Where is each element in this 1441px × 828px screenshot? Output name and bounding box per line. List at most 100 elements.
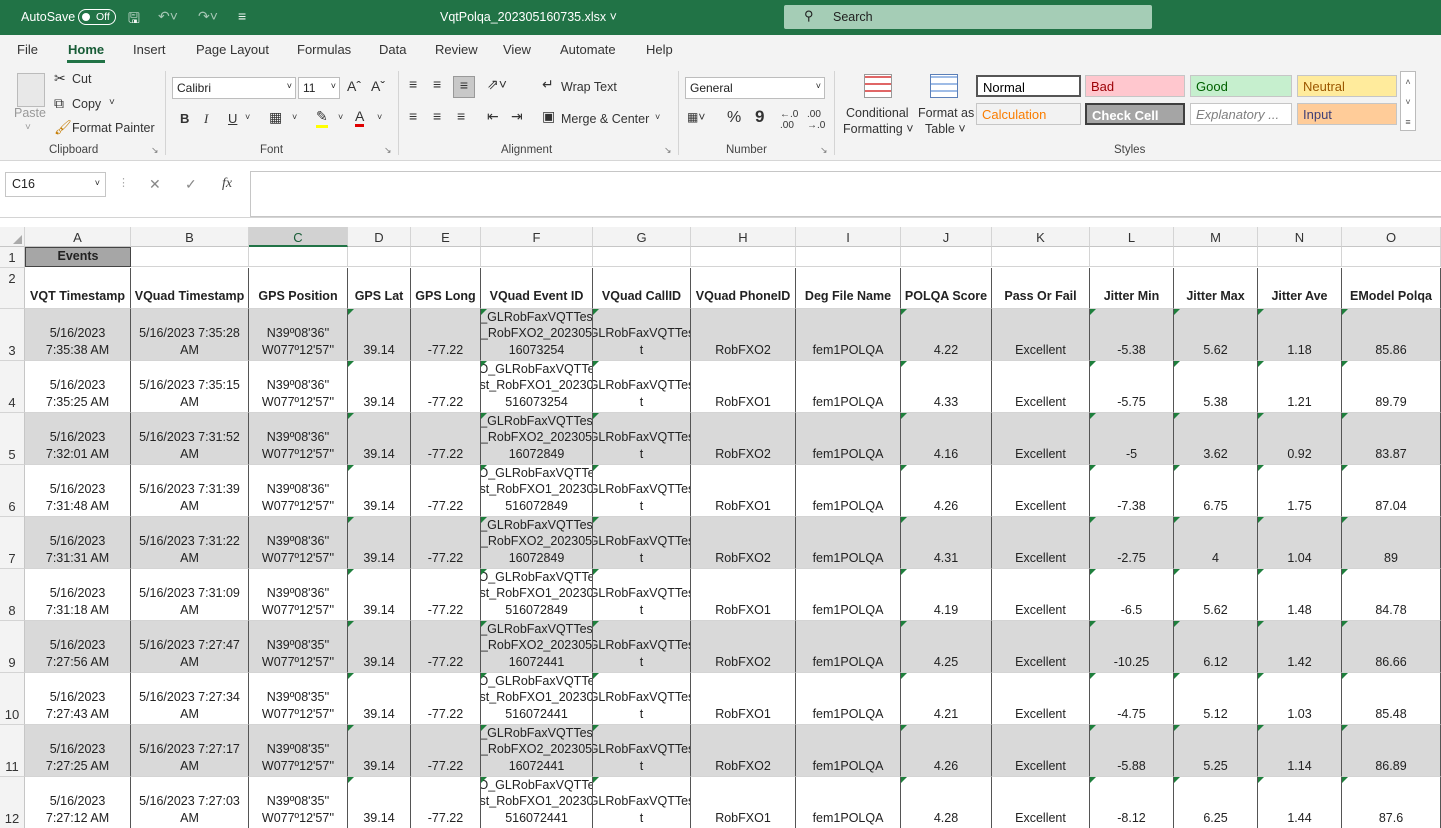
borders-dropdown-icon[interactable]: ˅: [292, 112, 297, 122]
font-size-dropdown[interactable]: 11 ˅: [298, 77, 340, 99]
data-cell[interactable]: 1.21: [1258, 361, 1342, 413]
data-cell[interactable]: fem1POLQA: [796, 413, 901, 465]
data-cell[interactable]: fem1POLQA: [796, 361, 901, 413]
tab-automate[interactable]: Automate: [560, 42, 616, 57]
data-cell[interactable]: -77.22: [411, 361, 481, 413]
data-cell[interactable]: 3.62: [1174, 413, 1258, 465]
empty-cell[interactable]: [348, 247, 411, 267]
data-cell[interactable]: RobFXO1: [691, 361, 796, 413]
data-cell[interactable]: I_GLRobFaxVQTTest _RobFXO2_202305 16073254: [481, 309, 593, 361]
data-cell[interactable]: Excellent: [992, 361, 1090, 413]
data-cell[interactable]: fem1POLQA: [796, 621, 901, 673]
row-header-9[interactable]: 9: [0, 621, 25, 673]
tab-home[interactable]: Home: [68, 42, 104, 57]
file-name[interactable]: VqtPolqa_202305160735.xlsx ˅: [440, 10, 617, 24]
increase-font-icon[interactable]: Aˆ: [347, 78, 361, 94]
font-color-dropdown-icon[interactable]: ˅: [377, 112, 382, 122]
format-painter-button[interactable]: Format Painter: [72, 121, 155, 135]
percent-button[interactable]: %: [727, 109, 741, 127]
data-cell[interactable]: 5/16/2023 7:27:17 AM: [131, 725, 249, 777]
empty-cell[interactable]: [131, 247, 249, 267]
cell-style-explanatory[interactable]: Explanatory ...: [1190, 103, 1292, 125]
tab-formulas[interactable]: Formulas: [297, 42, 351, 57]
data-cell[interactable]: -7.38: [1090, 465, 1174, 517]
cell-style-neutral[interactable]: Neutral: [1297, 75, 1397, 97]
column-header-o[interactable]: O: [1342, 227, 1441, 247]
data-cell[interactable]: 86.66: [1342, 621, 1441, 673]
data-cell[interactable]: 39.14: [348, 465, 411, 517]
font-name-dropdown[interactable]: Calibri ˅: [172, 77, 296, 99]
decrease-decimal-icon[interactable]: .00 →.0: [807, 109, 825, 131]
data-cell[interactable]: 5/16/2023 7:27:47 AM: [131, 621, 249, 673]
data-cell[interactable]: RobFXO2: [691, 309, 796, 361]
data-cell[interactable]: fem1POLQA: [796, 309, 901, 361]
data-cell[interactable]: 1.04: [1258, 517, 1342, 569]
data-cell[interactable]: Excellent: [992, 621, 1090, 673]
data-cell[interactable]: -77.22: [411, 517, 481, 569]
data-cell[interactable]: 5/16/2023 7:27:34 AM: [131, 673, 249, 725]
data-cell[interactable]: 4.33: [901, 361, 992, 413]
row-header-2[interactable]: 2: [0, 268, 25, 309]
more-styles-icon[interactable]: ≡: [1405, 117, 1410, 127]
data-cell[interactable]: RobFXO1: [691, 569, 796, 621]
data-cell[interactable]: Excellent: [992, 517, 1090, 569]
empty-cell[interactable]: [1258, 247, 1342, 267]
data-cell[interactable]: -77.22: [411, 309, 481, 361]
column-title[interactable]: GPS Position: [249, 268, 348, 309]
tab-help[interactable]: Help: [646, 42, 673, 57]
column-title[interactable]: Jitter Max: [1174, 268, 1258, 309]
scroll-up-icon[interactable]: ˄: [1405, 77, 1410, 87]
data-cell[interactable]: 1.44: [1258, 777, 1342, 828]
data-cell[interactable]: RobFXO1: [691, 465, 796, 517]
paste-dropdown-icon[interactable]: ˅: [25, 122, 31, 133]
copy-button[interactable]: Copy: [72, 97, 101, 111]
cell-style-check-cell[interactable]: Check Cell: [1085, 103, 1185, 125]
data-cell[interactable]: N39º08'35'' W077º12'57'': [249, 673, 348, 725]
number-format-dropdown[interactable]: General ˅: [685, 77, 825, 99]
select-all-corner[interactable]: [0, 227, 25, 247]
data-cell[interactable]: 39.14: [348, 777, 411, 828]
data-cell[interactable]: fem1POLQA: [796, 777, 901, 828]
cell-style-calculation[interactable]: Calculation: [976, 103, 1081, 125]
data-cell[interactable]: I_GLRobFaxVQTTest _RobFXO2_202305 16072849: [481, 413, 593, 465]
row-header-1[interactable]: 1: [0, 247, 25, 268]
column-header-l[interactable]: L: [1090, 227, 1174, 247]
data-cell[interactable]: 6.25: [1174, 777, 1258, 828]
alignment-launcher-icon[interactable]: ↘: [664, 145, 672, 156]
data-cell[interactable]: 4.19: [901, 569, 992, 621]
row-header-10[interactable]: 10: [0, 673, 25, 725]
data-cell[interactable]: RobFXO1: [691, 673, 796, 725]
data-cell[interactable]: 5/16/2023 7:27:43 AM: [25, 673, 131, 725]
cell-style-good[interactable]: Good: [1190, 75, 1292, 97]
data-cell[interactable]: 1.14: [1258, 725, 1342, 777]
data-cell[interactable]: GLRobFaxVQTTes t: [593, 465, 691, 517]
data-cell[interactable]: 4.28: [901, 777, 992, 828]
data-cell[interactable]: 5/16/2023 7:27:56 AM: [25, 621, 131, 673]
column-header-j[interactable]: J: [901, 227, 992, 247]
data-cell[interactable]: I_GLRobFaxVQTTest _RobFXO2_202305 16072441: [481, 621, 593, 673]
data-cell[interactable]: Excellent: [992, 569, 1090, 621]
data-cell[interactable]: 6.12: [1174, 621, 1258, 673]
data-cell[interactable]: -8.12: [1090, 777, 1174, 828]
data-cell[interactable]: N39º08'36'' W077º12'57'': [249, 361, 348, 413]
data-cell[interactable]: RobFXO1: [691, 777, 796, 828]
column-title[interactable]: Jitter Ave: [1258, 268, 1342, 309]
align-left-icon[interactable]: ≡: [409, 108, 417, 124]
empty-cell[interactable]: [796, 247, 901, 267]
data-cell[interactable]: -4.75: [1090, 673, 1174, 725]
title-cell-events[interactable]: Events: [25, 247, 131, 267]
column-title[interactable]: Pass Or Fail: [992, 268, 1090, 309]
data-cell[interactable]: GLRobFaxVQTTes t: [593, 725, 691, 777]
save-icon[interactable]: 🖫: [128, 8, 140, 32]
tab-view[interactable]: View: [503, 42, 531, 57]
data-cell[interactable]: 85.86: [1342, 309, 1441, 361]
cell-style-input[interactable]: Input: [1297, 103, 1397, 125]
data-cell[interactable]: GLRobFaxVQTTes t: [593, 673, 691, 725]
data-cell[interactable]: N39º08'36'' W077º12'57'': [249, 517, 348, 569]
data-cell[interactable]: N39º08'36'' W077º12'57'': [249, 465, 348, 517]
data-cell[interactable]: 5/16/2023 7:31:22 AM: [131, 517, 249, 569]
data-cell[interactable]: GLRobFaxVQTTes t: [593, 569, 691, 621]
column-header-f[interactable]: F: [481, 227, 593, 247]
data-cell[interactable]: -77.22: [411, 673, 481, 725]
column-header-h[interactable]: H: [691, 227, 796, 247]
